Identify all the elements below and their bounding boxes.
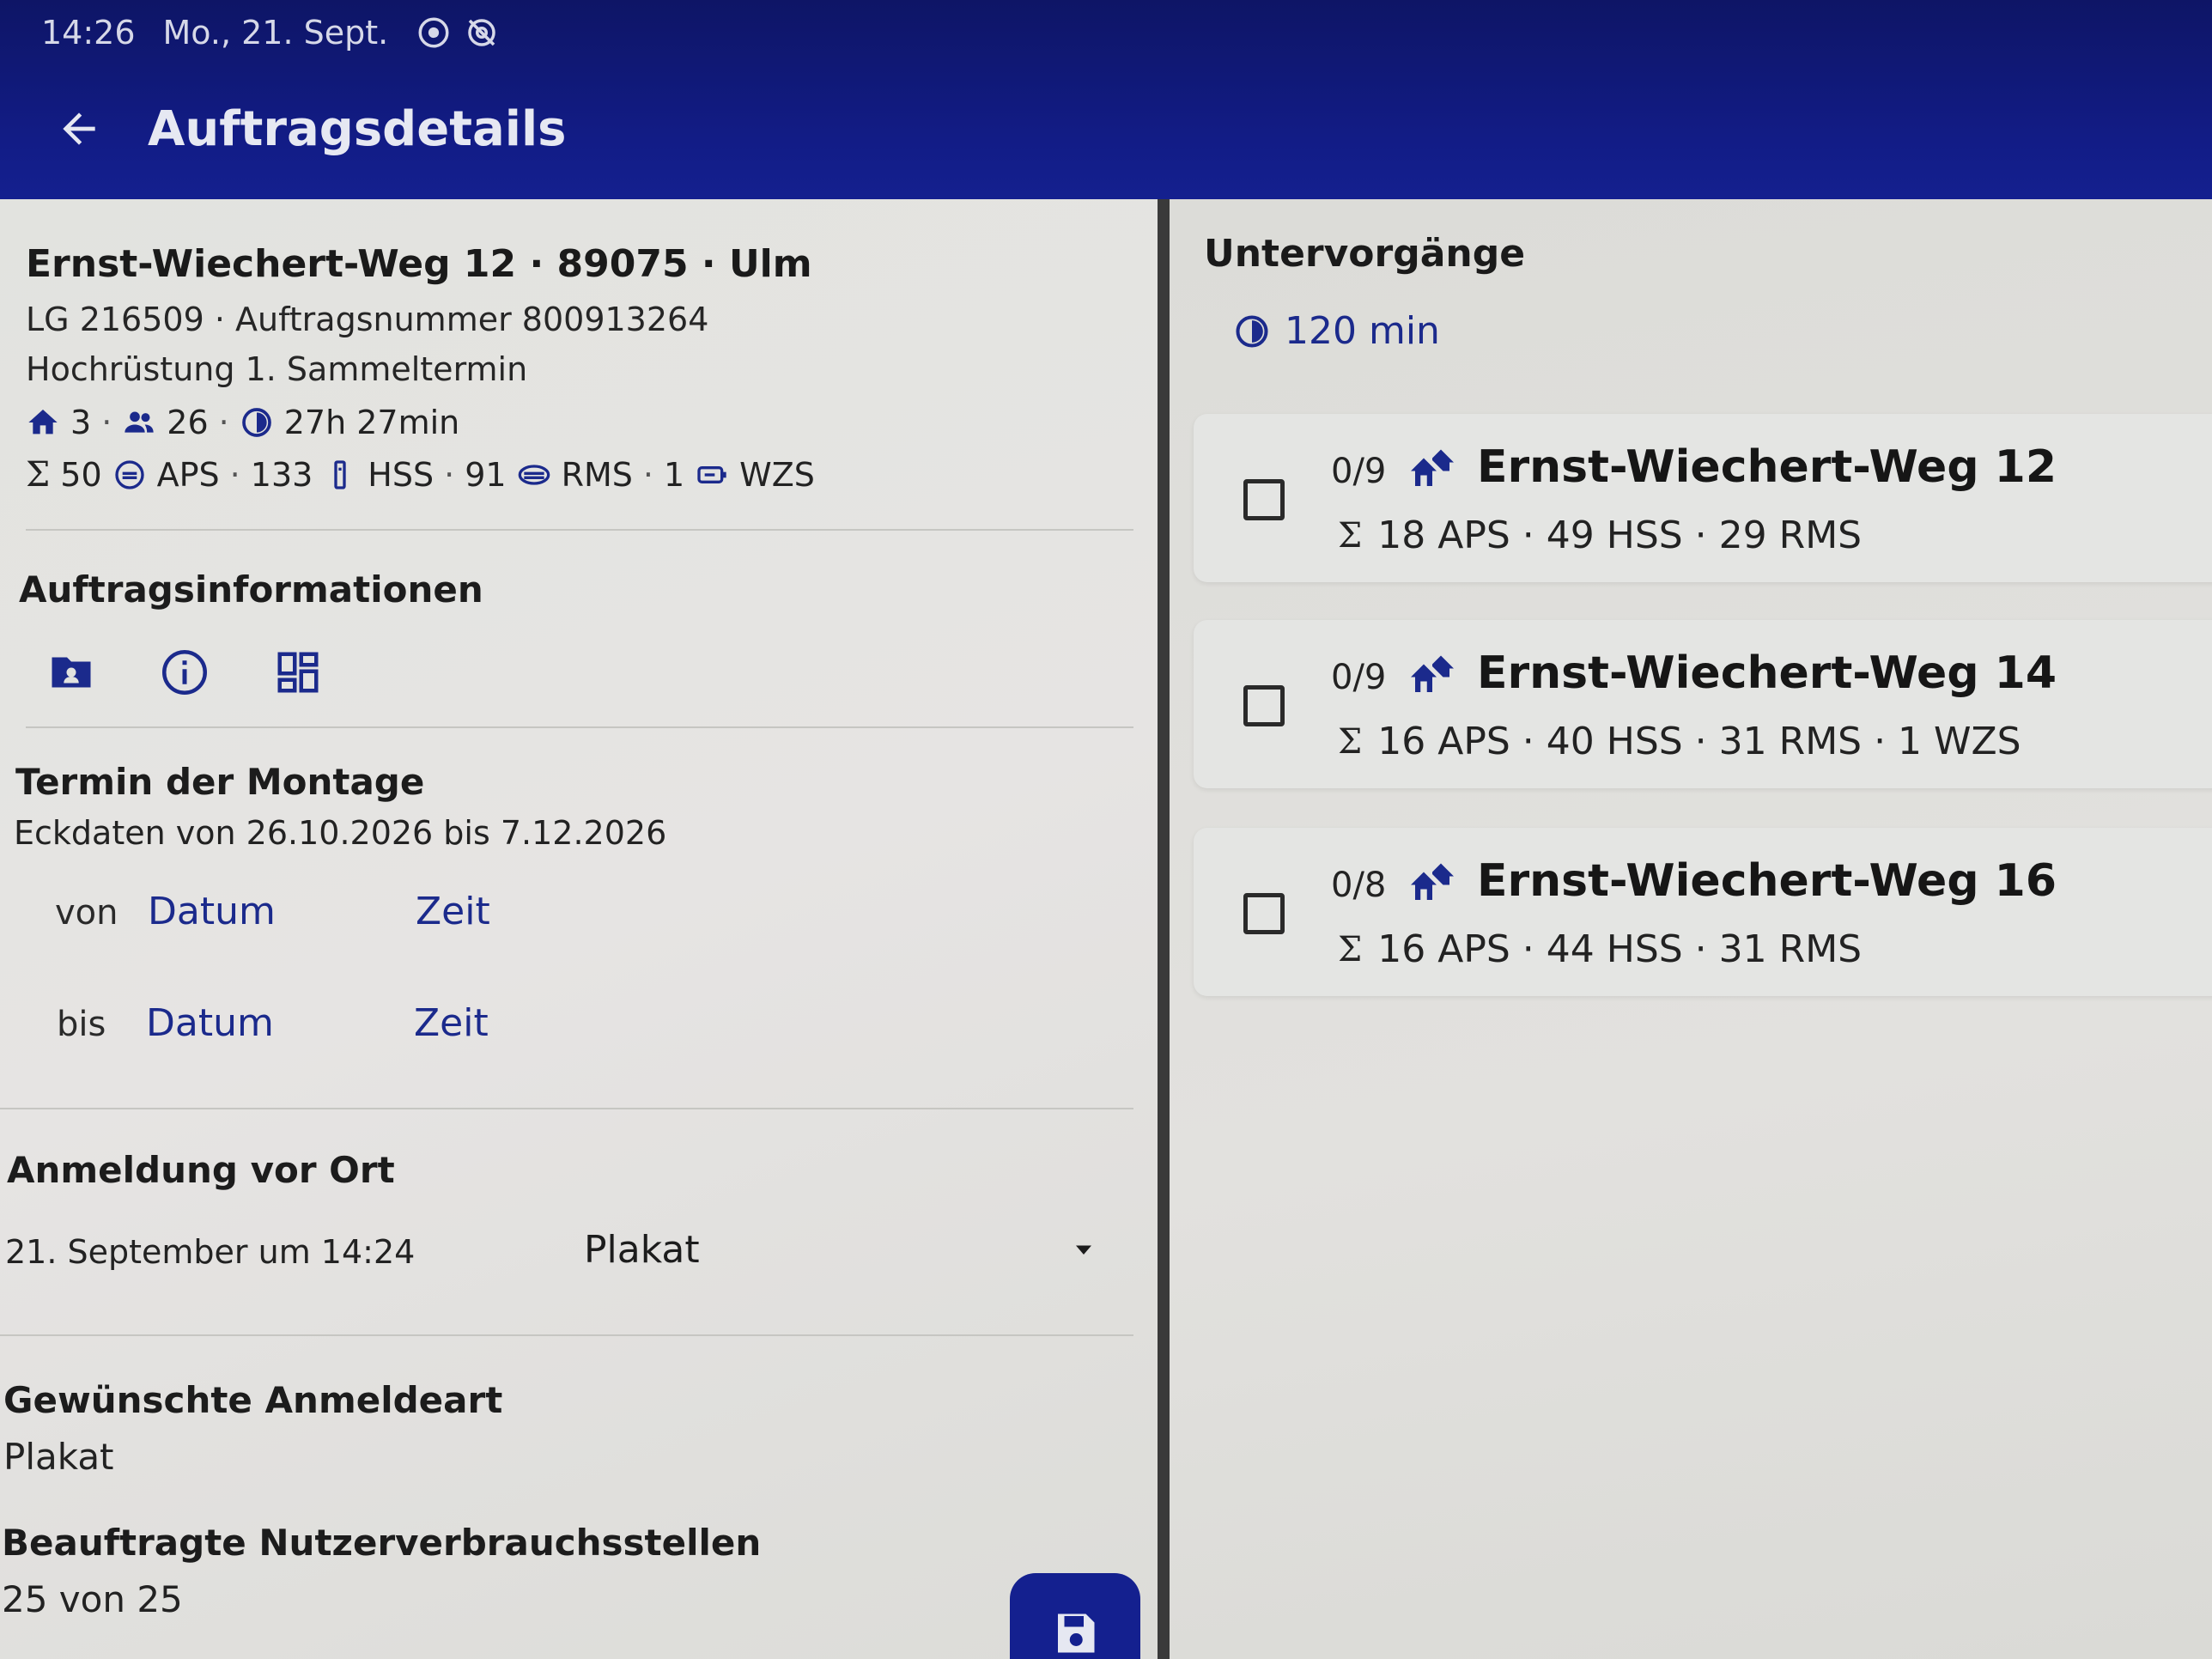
order-ids: LG 216509 · Auftragsnummer 800913264 xyxy=(26,301,709,338)
home-icon xyxy=(28,410,58,434)
pane-divider xyxy=(1158,199,1170,1659)
untervorgaenge-pane: Untervorgänge 120 min 0/9 Ernst-Wiechert… xyxy=(1170,199,2212,1659)
order-stats: 3 · 26 · 27h 27min xyxy=(26,404,459,441)
buildings-count: 3 xyxy=(70,404,92,441)
timer-icon xyxy=(241,408,271,437)
beauftragte-value: 25 von 25 xyxy=(2,1578,183,1620)
subtask-progress: 0/9 xyxy=(1331,452,1387,491)
people-icon xyxy=(125,411,154,433)
order-address: Ernst-Wiechert-Weg 12 · 89075 · Ulm xyxy=(26,242,812,286)
persons-count: 26 xyxy=(167,404,209,441)
subtask-progress: 0/8 xyxy=(1331,866,1387,905)
info-icon[interactable] xyxy=(158,646,211,699)
aps-label: APS xyxy=(156,456,220,494)
anmeldung-title: Anmeldung vor Ort xyxy=(7,1149,395,1191)
save-button[interactable] xyxy=(1010,1573,1140,1659)
subtask-card[interactable]: 0/9 Ernst-Wiechert-Weg 14 Σ 16 APS · 40 … xyxy=(1194,620,2212,788)
info-icon-bar xyxy=(45,646,325,699)
wzs-device-icon xyxy=(697,466,726,483)
dashboard-icon[interactable] xyxy=(271,646,325,699)
divider xyxy=(26,726,1133,728)
rms-count: 91 xyxy=(465,456,507,494)
anmeldung-method-dropdown[interactable]: Plakat xyxy=(584,1219,1099,1279)
location-off-icon xyxy=(468,19,495,46)
order-details-pane: Ernst-Wiechert-Weg 12 · 89075 · Ulm LG 2… xyxy=(0,199,1158,1659)
device-summary: Σ 50 APS · 133 HSS · 91 RMS · 1 WZS xyxy=(26,455,815,495)
arrow-back-icon xyxy=(63,112,95,145)
sigma-icon: Σ xyxy=(26,455,51,495)
sync-icon xyxy=(418,17,449,48)
subtask-checkbox[interactable] xyxy=(1243,893,1285,934)
houses-icon xyxy=(1411,655,1454,692)
to-time-button[interactable]: Zeit xyxy=(414,1001,489,1045)
subtask-progress: 0/9 xyxy=(1331,658,1387,697)
hss-count: 133 xyxy=(250,456,313,494)
order-type: Hochrüstung 1. Sammeltermin xyxy=(26,350,528,388)
wzs-count: 1 xyxy=(663,456,685,494)
anmeldung-timestamp: 21. September um 14:24 xyxy=(5,1233,416,1271)
beauftragte-title: Beauftragte Nutzerverbrauchsstellen xyxy=(2,1522,762,1564)
subtask-card[interactable]: 0/8 Ernst-Wiechert-Weg 16 Σ 16 APS · 44 … xyxy=(1194,828,2212,996)
folder-account-icon[interactable] xyxy=(45,646,98,699)
houses-icon xyxy=(1411,449,1454,486)
houses-icon xyxy=(1411,863,1454,900)
dropdown-value: Plakat xyxy=(584,1227,700,1272)
hss-label: HSS xyxy=(368,456,434,494)
duration-value: 120 min xyxy=(1285,309,1440,353)
aps-device-icon xyxy=(114,460,144,489)
divider xyxy=(26,529,1133,531)
status-bar: 14:26 Mo., 21. Sept. xyxy=(41,9,500,57)
subtask-address: Ernst-Wiechert-Weg 12 xyxy=(1477,441,2057,493)
subtask-summary-text: 16 APS · 44 HSS · 31 RMS xyxy=(1377,927,1863,971)
from-date-button[interactable]: Datum xyxy=(148,890,276,933)
total-duration: 27h 27min xyxy=(283,404,460,441)
timer-icon xyxy=(1236,314,1268,348)
subtask-summary-text: 16 APS · 40 HSS · 31 RMS · 1 WZS xyxy=(1377,720,2021,763)
to-date-button[interactable]: Datum xyxy=(146,1001,274,1045)
termin-title: Termin der Montage xyxy=(15,761,425,803)
to-label: bis xyxy=(57,1005,106,1044)
untervorgaenge-duration: 120 min xyxy=(1233,309,1440,353)
subtask-summary-text: 18 APS · 49 HSS · 29 RMS xyxy=(1377,514,1863,557)
sigma-icon: Σ xyxy=(1338,721,1363,762)
wzs-label: WZS xyxy=(739,456,815,494)
subtask-address: Ernst-Wiechert-Weg 14 xyxy=(1477,647,2057,699)
subtask-checkbox[interactable] xyxy=(1243,479,1285,520)
page-title: Auftragsdetails xyxy=(148,101,567,157)
untervorgaenge-title: Untervorgänge xyxy=(1204,232,1526,276)
rms-device-icon xyxy=(518,465,550,485)
gewuenschte-title: Gewünschte Anmeldeart xyxy=(3,1379,503,1421)
status-time: 14:26 xyxy=(41,14,136,52)
status-date: Mo., 21. Sept. xyxy=(162,14,389,52)
from-time-button[interactable]: Zeit xyxy=(416,890,490,933)
aps-count: 50 xyxy=(60,456,102,494)
subtask-summary: Σ 18 APS · 49 HSS · 29 RMS xyxy=(1338,514,1862,557)
eckdaten-text: Eckdaten von 26.10.2026 bis 7.12.2026 xyxy=(14,814,667,852)
dropdown-arrow-icon xyxy=(1076,1245,1091,1255)
divider xyxy=(0,1334,1133,1336)
subtask-address: Ernst-Wiechert-Weg 16 xyxy=(1477,855,2057,907)
auftragsinformationen-title: Auftragsinformationen xyxy=(19,568,483,611)
sigma-icon: Σ xyxy=(1338,929,1363,969)
subtask-card[interactable]: 0/9 Ernst-Wiechert-Weg 12 Σ 18 APS · 49 … xyxy=(1194,414,2212,582)
sigma-icon: Σ xyxy=(1338,515,1363,556)
rms-label: RMS xyxy=(561,456,633,494)
subtask-checkbox[interactable] xyxy=(1243,685,1285,726)
subtask-summary: Σ 16 APS · 40 HSS · 31 RMS · 1 WZS xyxy=(1338,720,2021,763)
save-icon xyxy=(1058,1613,1095,1653)
gewuenschte-value: Plakat xyxy=(3,1436,114,1478)
back-button[interactable] xyxy=(45,94,113,163)
from-label: von xyxy=(55,893,118,933)
subtask-summary: Σ 16 APS · 44 HSS · 31 RMS xyxy=(1338,927,1862,971)
app-bar: 14:26 Mo., 21. Sept. Auftragsdetails xyxy=(0,0,2212,199)
hss-device-icon xyxy=(334,460,346,489)
divider xyxy=(0,1108,1133,1109)
